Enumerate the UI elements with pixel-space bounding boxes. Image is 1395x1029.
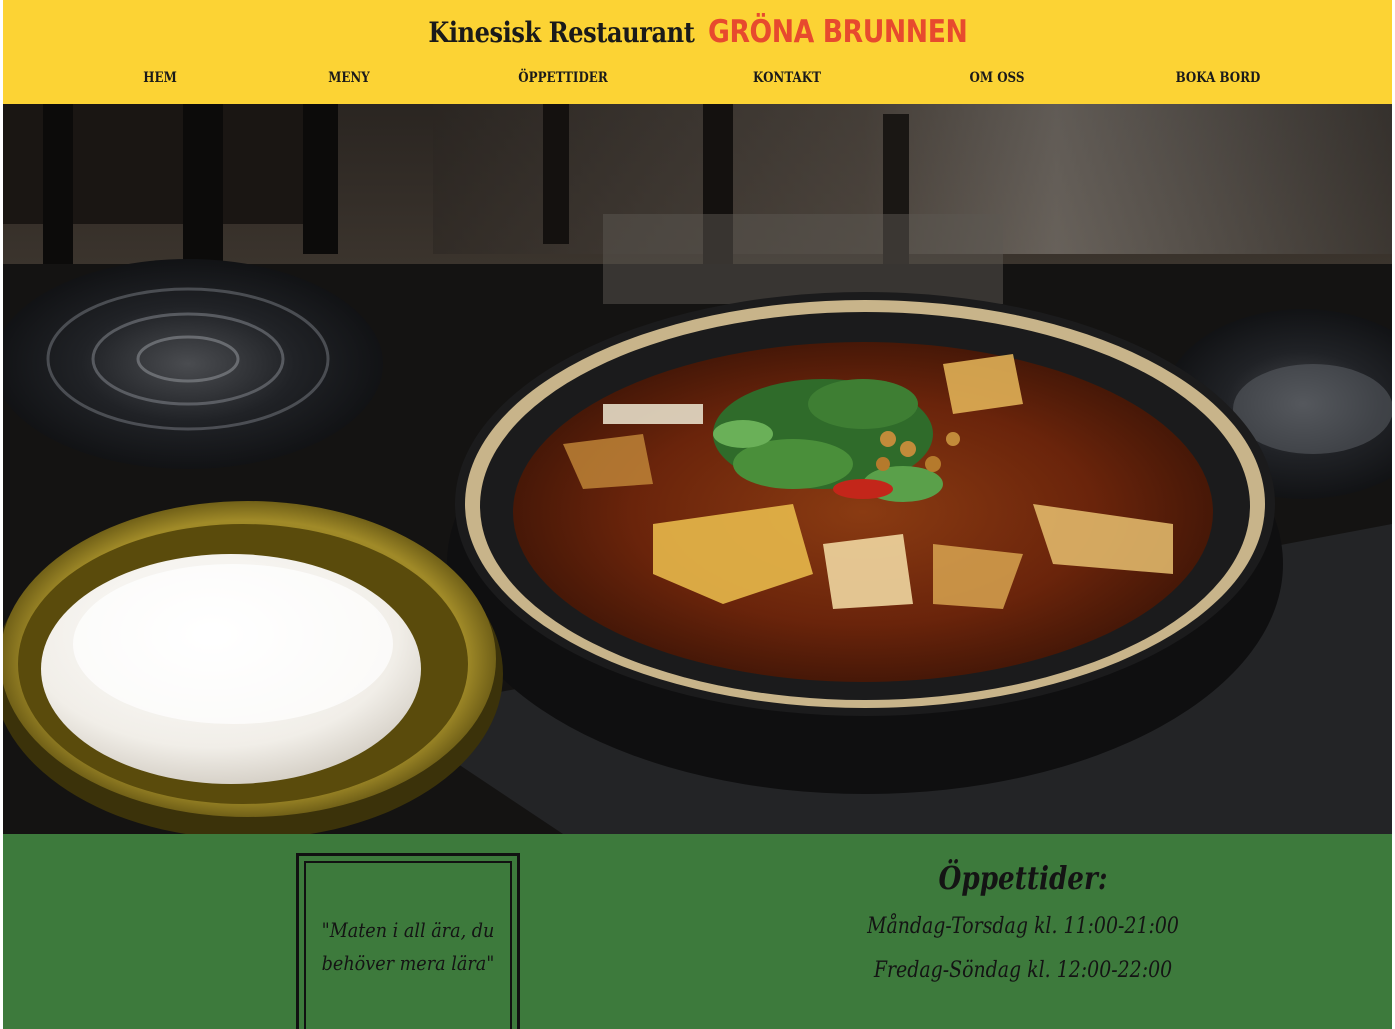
nav-item-om-oss[interactable]: OM OSS: [970, 70, 1025, 86]
quote-text: "Maten i all ära, du behöver mera lära": [321, 918, 495, 975]
info-section: "Maten i all ära, du behöver mera lära" …: [3, 834, 1392, 1029]
opening-hours-title: Öppettider:: [938, 859, 1108, 897]
site-header: Kinesisk Restaurant GRÖNA BRUNNEN HEM ME…: [3, 0, 1392, 104]
hero-food-photo: [3, 104, 1392, 834]
nav-item-oppettider[interactable]: ÖPPETTIDER: [518, 70, 607, 86]
site-title-text: Kinesisk Restaurant: [428, 16, 696, 49]
food-photo-icon: [3, 104, 1392, 834]
site-title: Kinesisk Restaurant GRÖNA BRUNNEN: [3, 14, 1392, 50]
brand-name: GRÖNA BRUNNEN: [707, 14, 968, 50]
nav-item-hem[interactable]: HEM: [143, 70, 176, 86]
nav-item-meny[interactable]: MENY: [328, 70, 370, 86]
nav-item-boka-bord[interactable]: BOKA BORD: [1176, 70, 1261, 86]
opening-hours-weekdays: Måndag-Torsdag kl. 11:00-21:00: [867, 914, 1179, 939]
main-nav: HEM MENY ÖPPETTIDER KONTAKT OM OSS BOKA …: [3, 70, 1392, 92]
quote-box: "Maten i all ära, du behöver mera lära": [296, 853, 520, 1029]
page: Kinesisk Restaurant GRÖNA BRUNNEN HEM ME…: [0, 0, 1395, 1029]
opening-hours-weekend: Fredag-Söndag kl. 12:00-22:00: [873, 958, 1173, 983]
nav-item-kontakt[interactable]: KONTAKT: [753, 70, 821, 86]
